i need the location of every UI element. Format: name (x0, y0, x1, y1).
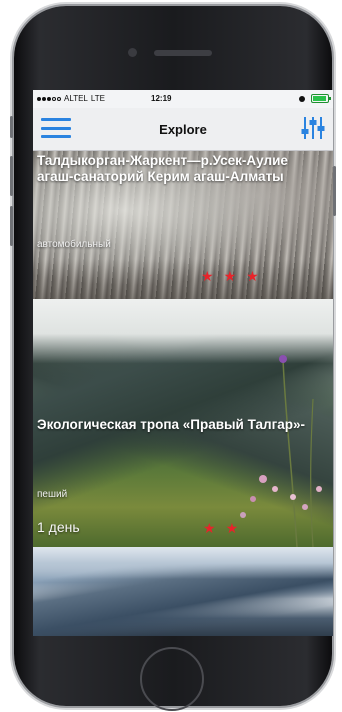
status-time: 12:19 (151, 94, 172, 103)
routes-feed[interactable]: Талдыкорган-Жаркент—р.Усек-Аулие агаш-са… (33, 151, 333, 636)
app-screen: ALTEL LTE 12:19 Explore Талдыкорган-Жарк… (33, 90, 333, 636)
status-right (299, 94, 331, 103)
star-icon: ★ (225, 520, 239, 536)
route-title: Талдыкорган-Жаркент—р.Усек-Аулие агаш-са… (37, 153, 288, 184)
route-card[interactable] (33, 547, 333, 636)
route-card[interactable]: Экологическая тропа «Правый Талгар»- пеш… (33, 299, 333, 547)
route-rating: ★ ★ (203, 521, 238, 535)
volume-up-button (10, 156, 13, 196)
mute-switch (10, 116, 13, 138)
route-card[interactable]: Талдыкорган-Жаркент—р.Усек-Аулие агаш-са… (33, 151, 333, 299)
do-not-disturb-icon (299, 95, 305, 102)
carrier-name: ALTEL (64, 94, 88, 103)
earpiece-speaker (154, 50, 212, 56)
route-title: Экологическая тропа «Правый Талгар»- (37, 417, 305, 432)
star-icon: ★ (203, 520, 216, 536)
home-button[interactable] (140, 647, 204, 711)
status-left: ALTEL LTE (37, 94, 105, 103)
network-type: LTE (90, 94, 105, 103)
flowers-image (240, 355, 322, 547)
signal-strength-icon (37, 96, 61, 101)
star-icon: ★ (223, 268, 237, 284)
star-icon: ★ (201, 268, 214, 284)
route-type: пеший (37, 489, 68, 500)
sliders-filter-icon[interactable] (301, 115, 325, 141)
volume-down-button (10, 206, 13, 246)
route-duration: 1 день (37, 519, 80, 535)
route-type: автомобильный (37, 239, 111, 250)
nav-bar: Explore (33, 108, 333, 151)
route-rating: ★ ★ ★ (201, 269, 259, 283)
battery-icon (311, 94, 331, 103)
front-camera (128, 48, 137, 57)
status-bar: ALTEL LTE 12:19 (33, 90, 333, 108)
page-title: Explore (159, 122, 207, 137)
power-button (333, 166, 336, 216)
star-icon: ★ (246, 268, 259, 284)
